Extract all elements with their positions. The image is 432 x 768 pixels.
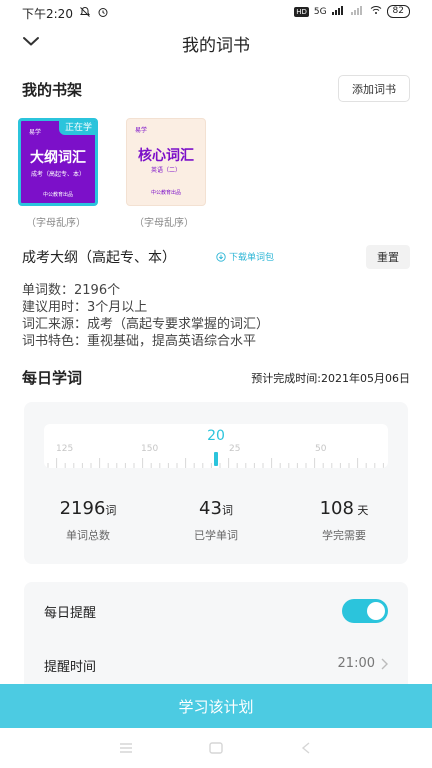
status-bar: 下午2:20 HD 5G 82 xyxy=(0,0,432,26)
battery-indicator: 82 xyxy=(386,5,410,18)
daily-reminder-row: 每日提醒 xyxy=(44,592,388,632)
plan-title: 成考大纲（高起专、本） xyxy=(22,250,176,266)
stat-value: 43 xyxy=(199,498,222,519)
chevron-right-icon xyxy=(381,658,388,669)
book-footer: 中公教育出品 xyxy=(42,192,73,198)
stat-value: 2196 xyxy=(59,498,106,519)
book-title: 大纲词汇 xyxy=(30,150,86,166)
book-title: 核心词汇 xyxy=(138,148,194,164)
book-subtitle: 英语（二） xyxy=(150,167,181,174)
info-source: 词汇来源：成考（高起专要求掌握的词汇） xyxy=(22,317,270,332)
stat-label: 已学单词 xyxy=(194,529,238,542)
book-subtitle: 成考（高起专、本） xyxy=(30,171,85,178)
toggle-knob xyxy=(367,602,385,620)
word-count-ruler[interactable]: 20 125 150 25 50 xyxy=(44,424,388,468)
stat-unit: 词 xyxy=(221,504,233,517)
stat-label: 学完需要 xyxy=(322,529,366,542)
system-nav-bar xyxy=(0,728,432,768)
tick-label: 150 xyxy=(141,444,159,454)
shelf-title: 我的书架 xyxy=(22,81,83,99)
alarm-icon xyxy=(97,6,109,21)
daily-reminder-label: 每日提醒 xyxy=(44,606,97,621)
reminder-card: 每日提醒 提醒时间 21:00 xyxy=(24,582,408,692)
book-caption: （字母乱序） xyxy=(26,218,86,229)
reminder-time: 21:00 xyxy=(338,656,388,671)
info-feature: 词书特色：重视基础，提高英语综合水平 xyxy=(22,334,257,349)
stat-days: 108 天 学完需要 xyxy=(280,498,408,543)
info-word-count: 单词数：2196个 xyxy=(22,283,121,298)
status-left: 下午2:20 xyxy=(22,5,109,22)
book-card-current[interactable]: 正在学 易学 大纲词汇 成考（高起专、本） 中公教育出品 xyxy=(18,118,98,206)
home-button[interactable] xyxy=(208,740,224,756)
stat-learned: 43词 已学单词 xyxy=(152,498,280,543)
menu-icon xyxy=(120,743,132,753)
stat-unit: 词 xyxy=(105,504,117,517)
daily-title: 每日学词 xyxy=(22,369,83,387)
reminder-time-value: 21:00 xyxy=(337,656,375,671)
book-caption: （字母乱序） xyxy=(134,218,194,229)
book-footer: 中公教育出品 xyxy=(150,190,181,196)
tick-label: 25 xyxy=(229,444,241,454)
stat-label: 单词总数 xyxy=(66,529,110,542)
status-time: 下午2:20 xyxy=(22,7,73,21)
stat-value: 108 xyxy=(319,498,354,519)
page-title: 我的词书 xyxy=(182,36,250,56)
download-icon xyxy=(216,251,226,262)
study-plan-button[interactable]: 学习该计划 xyxy=(0,684,432,728)
plan-info: 单词数：2196个 建议用时：3个月以上 词汇来源：成考（高起专要求掌握的词汇）… xyxy=(22,282,269,350)
ruler-pointer xyxy=(214,452,218,466)
header: 我的词书 xyxy=(0,28,432,58)
stats-row: 2196词 单词总数 43词 已学单词 108 天 学完需要 xyxy=(24,498,408,543)
daily-reminder-toggle[interactable] xyxy=(342,599,388,623)
studying-badge: 正在学 xyxy=(58,121,95,135)
back-button[interactable] xyxy=(298,740,314,756)
tick-label: 125 xyxy=(56,444,74,454)
status-right: HD 5G 82 xyxy=(294,5,410,18)
add-book-button[interactable]: 添加词书 xyxy=(338,75,410,102)
reminder-time-label: 提醒时间 xyxy=(44,660,97,675)
reset-button[interactable]: 重置 xyxy=(366,245,410,269)
wifi-icon xyxy=(370,5,382,18)
download-label: 下载单词包 xyxy=(229,253,275,263)
home-icon xyxy=(209,742,223,754)
download-link[interactable]: 下载单词包 xyxy=(216,250,274,263)
signal-2-icon xyxy=(350,5,365,18)
book-publisher: 易学 xyxy=(29,129,42,136)
stat-unit: 天 xyxy=(353,504,369,517)
stat-total: 2196词 单词总数 xyxy=(24,498,152,543)
info-duration: 建议用时：3个月以上 xyxy=(22,300,148,315)
reminder-time-row[interactable]: 提醒时间 21:00 xyxy=(44,646,388,686)
hd-badge: HD xyxy=(294,6,309,17)
back-icon xyxy=(301,742,310,754)
daily-card: 20 125 150 25 50 2196词 单词总数 43词 已学单词 108… xyxy=(24,402,408,564)
menu-button[interactable] xyxy=(118,740,134,756)
ruler-value: 20 xyxy=(207,428,225,444)
tick-label: 50 xyxy=(315,444,327,454)
finish-time: 预计完成时间:2021年05月06日 xyxy=(251,372,410,385)
book-publisher: 易学 xyxy=(135,127,148,134)
signal-icon xyxy=(331,5,346,18)
book-card[interactable]: 易学 核心词汇 英语（二） 中公教育出品 xyxy=(126,118,206,206)
network-label: 5G xyxy=(313,6,327,17)
mute-icon xyxy=(79,6,91,21)
